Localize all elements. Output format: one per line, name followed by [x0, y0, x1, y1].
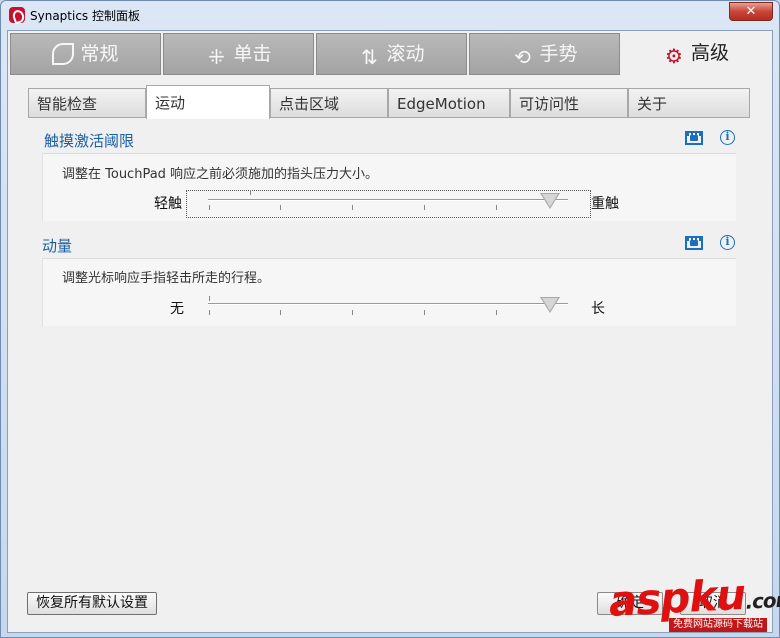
momentum-slider-thumb[interactable]: [540, 297, 560, 313]
tab-advanced-label: 高级: [690, 42, 729, 64]
title-bar[interactable]: Synaptics 控制面板 ✕: [1, 1, 779, 29]
video-demo-icon[interactable]: [685, 236, 703, 250]
slider-tick: [352, 310, 353, 315]
slider-min-label: 轻触: [154, 196, 182, 212]
gear-icon: ⚙: [665, 44, 683, 68]
synaptics-app-icon: [9, 7, 25, 23]
watermark-suffix: .com: [744, 587, 780, 614]
sub-tab-bar: 智能检查 运动 点击区域 EdgeMotion 可访问性 关于: [28, 85, 750, 119]
slider-tick: [424, 310, 425, 315]
scroll-arrows-icon: ⇅: [361, 45, 378, 69]
subtab-smart-check[interactable]: 智能检查: [28, 88, 146, 118]
main-panel: 常规 ⁜ 单击 ⇅ 滚动 ⟲ 手势 ⚙ 高级 智能检查 运动 点击区域 EdgeMoti…: [7, 30, 773, 633]
slider-min-label: 无: [170, 301, 184, 317]
slider-tick: [209, 296, 210, 301]
window-title: Synaptics 控制面板: [30, 9, 140, 23]
leaf-icon: [52, 43, 75, 65]
slider-tick: [209, 205, 210, 210]
tab-click-label: 单击: [233, 43, 272, 65]
info-icon[interactable]: i: [720, 130, 735, 145]
subtab-motion[interactable]: 运动: [146, 85, 270, 119]
slider-tick: [280, 205, 281, 210]
click-icon: ⁜: [208, 45, 225, 69]
slider-tick: [496, 205, 497, 210]
slider-max-label: 重触: [591, 196, 619, 212]
subtab-click-zones[interactable]: 点击区域: [270, 88, 388, 118]
main-tab-bar: 常规 ⁜ 单击 ⇅ 滚动 ⟲ 手势 ⚙ 高级: [10, 33, 770, 75]
tab-general-label: 常规: [80, 43, 119, 65]
touch-threshold-slider[interactable]: [208, 199, 568, 201]
tab-general[interactable]: 常规: [10, 33, 161, 75]
touch-threshold-description: 调整在 TouchPad 响应之前必须施加的指头压力大小。: [62, 167, 379, 182]
tab-advanced[interactable]: ⚙ 高级: [622, 33, 770, 75]
restore-defaults-button[interactable]: 恢复所有默认设置: [27, 592, 157, 615]
subtab-accessibility[interactable]: 可访问性: [510, 88, 628, 118]
gesture-icon: ⟲: [514, 45, 531, 69]
momentum-slider[interactable]: [208, 303, 568, 305]
slider-tick: [209, 310, 210, 315]
video-demo-icon[interactable]: [685, 131, 703, 145]
close-button[interactable]: ✕: [729, 2, 773, 21]
slider-tick: [250, 190, 251, 195]
slider-max-label: 长: [591, 301, 605, 317]
momentum-description: 调整光标响应手指轻击所走的行程。: [62, 271, 271, 286]
tab-scroll-label: 滚动: [386, 43, 425, 65]
section-title-momentum: 动量: [42, 237, 73, 255]
info-icon[interactable]: i: [720, 235, 735, 250]
sub-tab-divider: [28, 117, 750, 118]
subtab-edgemotion[interactable]: EdgeMotion: [388, 88, 510, 118]
tab-gestures[interactable]: ⟲ 手势: [469, 33, 620, 75]
slider-tick: [496, 310, 497, 315]
tab-click[interactable]: ⁜ 单击: [163, 33, 314, 75]
control-panel-window: Synaptics 控制面板 ✕ 常规 ⁜ 单击 ⇅ 滚动 ⟲ 手势 ⚙ 高级 智能检查…: [0, 0, 780, 638]
tab-scroll[interactable]: ⇅ 滚动: [316, 33, 467, 75]
slider-tick: [424, 205, 425, 210]
tab-gestures-label: 手势: [539, 43, 578, 65]
section-title-touch-threshold: 触摸激活阈限: [44, 132, 135, 150]
slider-tick: [280, 310, 281, 315]
slider-focus-outline: [186, 190, 591, 218]
touch-threshold-slider-thumb[interactable]: [540, 193, 560, 209]
subtab-about[interactable]: 关于: [628, 88, 750, 118]
slider-tick: [352, 205, 353, 210]
watermark-tagline: 免费网站源码下载站: [669, 618, 767, 632]
